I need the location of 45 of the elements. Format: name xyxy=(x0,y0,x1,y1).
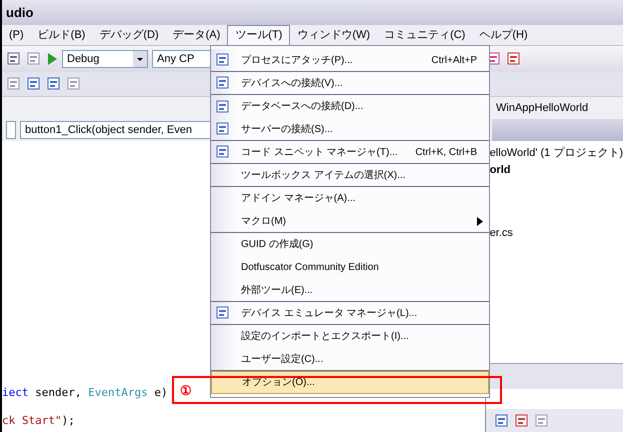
type-dropdown[interactable] xyxy=(6,121,16,139)
menu-shortcut: Ctrl+Alt+P xyxy=(431,54,478,68)
toolbar-icon[interactable] xyxy=(46,76,62,92)
annotation-number: ① xyxy=(180,384,192,396)
menu-bar-item[interactable]: コミュニティ(C) xyxy=(377,25,472,45)
categorized-icon[interactable] xyxy=(494,413,510,429)
toolbar-icon[interactable] xyxy=(506,51,522,67)
menu-item[interactable]: デバイスへの接続(V)... xyxy=(211,72,489,95)
toolbar-icon[interactable] xyxy=(26,51,42,67)
menu-bar-item[interactable]: データ(A) xyxy=(166,25,228,45)
toolbar-icon[interactable] xyxy=(66,76,82,92)
start-icon[interactable] xyxy=(46,52,58,66)
menu-item-icon[interactable] xyxy=(215,144,231,160)
menu-bar-item[interactable]: ヘルプ(H) xyxy=(472,25,535,45)
menu-item[interactable]: マクロ(M) xyxy=(211,210,489,233)
menu-bar-item[interactable]: デバッグ(D) xyxy=(92,25,166,45)
menu-item[interactable]: ユーザー設定(C)... xyxy=(211,348,489,371)
property-pages-icon[interactable] xyxy=(534,413,550,429)
toolbar-icon[interactable] xyxy=(6,76,22,92)
menu-item-icon[interactable] xyxy=(215,305,231,321)
menu-item[interactable]: コード スニペット マネージャ(T)... Ctrl+K, Ctrl+B xyxy=(211,141,489,164)
menu-item-icon[interactable] xyxy=(215,121,231,137)
toolbar-icon[interactable] xyxy=(26,76,42,92)
sort-icon[interactable] xyxy=(514,413,530,429)
code-line: ck Start"); xyxy=(2,413,76,429)
menu-item-icon[interactable] xyxy=(215,75,231,91)
menu-item[interactable]: サーバーの接続(S)... xyxy=(211,118,489,141)
menu-item[interactable]: ツールボックス アイテムの選択(X)... xyxy=(211,164,489,187)
solution-explorer-header: WinAppHelloWorld xyxy=(492,97,623,119)
window-title: udio xyxy=(6,4,34,22)
menu-item-icon[interactable] xyxy=(215,52,231,68)
toolbar-icon[interactable] xyxy=(6,51,22,67)
configuration-dropdown[interactable]: Debug xyxy=(62,50,148,68)
submenu-arrow-icon xyxy=(477,216,483,226)
menu-item-icon[interactable] xyxy=(215,98,231,114)
menu-item[interactable]: オプション(O)... xyxy=(211,371,489,394)
menu-bar-item[interactable]: (P) xyxy=(2,25,31,45)
menu-shortcut: Ctrl+K, Ctrl+B xyxy=(415,146,478,160)
menu-item[interactable]: 外部ツール(E)... xyxy=(211,279,489,302)
menu-bar-item[interactable]: ビルド(B) xyxy=(30,25,92,45)
menu-item[interactable]: プロセスにアタッチ(P)... Ctrl+Alt+P xyxy=(211,49,489,72)
code-line: iect sender, EventArgs e) xyxy=(2,385,168,401)
menu-bar-item[interactable]: ウィンドウ(W) xyxy=(290,25,378,45)
menu-item[interactable]: デバイス エミュレータ マネージャ(L)... xyxy=(211,302,489,325)
menu-bar-item[interactable]: ツール(T) xyxy=(227,25,290,45)
